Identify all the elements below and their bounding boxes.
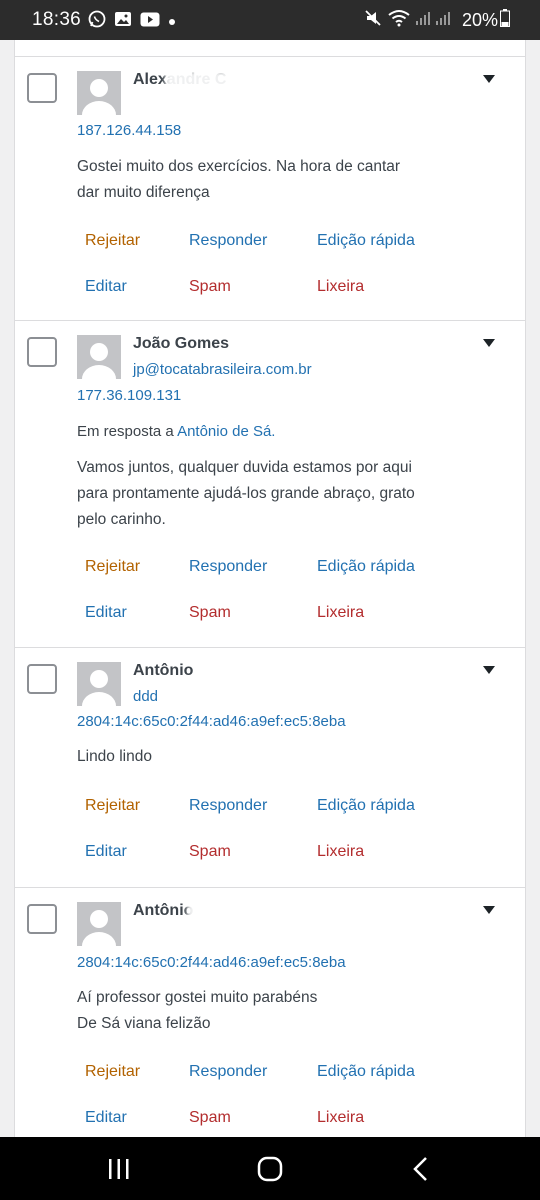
- comment-row: João Gomes jp@tocatabrasileira.com.br 17…: [15, 321, 525, 648]
- chevron-down-icon[interactable]: [483, 75, 495, 83]
- comment-line: Aí professor gostei muito parabéns: [77, 989, 318, 1006]
- redaction: [165, 71, 285, 89]
- comment-checkbox[interactable]: [27, 73, 57, 103]
- system-nav-bar: [0, 1137, 540, 1200]
- trash-link[interactable]: Lixeira: [317, 604, 364, 622]
- edit-link[interactable]: Editar: [85, 843, 127, 861]
- comments-list: Alexandre C 187.126.44.158 Gostei muito …: [14, 40, 526, 1137]
- comment-text: Aí professor gostei muito parabéns De Sá…: [77, 985, 477, 1037]
- comment-checkbox[interactable]: [27, 904, 57, 934]
- chevron-down-icon[interactable]: [483, 339, 495, 347]
- approve-link[interactable]: Rejeitar: [85, 558, 140, 576]
- reply-link[interactable]: Responder: [189, 558, 267, 576]
- battery-percent: 20%: [461, 10, 498, 30]
- home-icon[interactable]: [257, 1156, 283, 1187]
- spam-link[interactable]: Spam: [189, 278, 231, 296]
- approve-link[interactable]: Rejeitar: [85, 797, 140, 815]
- approve-link[interactable]: Rejeitar: [85, 232, 140, 250]
- author-ip[interactable]: 177.36.109.131: [77, 387, 181, 404]
- mute-icon: [364, 9, 382, 32]
- redaction: [187, 900, 247, 922]
- author-ip[interactable]: 2804:14c:65c0:2f44:ad46:a9ef:ec5:8eba: [77, 713, 346, 730]
- quick-edit-link[interactable]: Edição rápida: [317, 797, 415, 815]
- reply-link[interactable]: Responder: [189, 232, 267, 250]
- avatar: [77, 335, 121, 379]
- back-icon[interactable]: [410, 1156, 432, 1187]
- reply-link[interactable]: Responder: [189, 797, 267, 815]
- spam-link[interactable]: Spam: [189, 1109, 231, 1127]
- comment-line: dar muito diferença: [77, 184, 210, 201]
- author-email[interactable]: jp@tocatabrasileira.com.br: [133, 361, 312, 378]
- whatsapp-icon: [88, 10, 106, 33]
- comment-row: Antônio 2804:14c:65c0:2f44:ad46:a9ef:ec5…: [15, 888, 525, 1137]
- author-ip[interactable]: 187.126.44.158: [77, 122, 181, 139]
- avatar: [77, 902, 121, 946]
- comment-row: Alexandre C 187.126.44.158 Gostei muito …: [15, 57, 525, 321]
- chevron-down-icon[interactable]: [483, 906, 495, 914]
- in-reply-link[interactable]: Antônio de Sá.: [177, 423, 275, 440]
- spam-link[interactable]: Spam: [189, 604, 231, 622]
- redaction: [165, 688, 345, 706]
- gallery-icon: [114, 11, 132, 32]
- quick-edit-link[interactable]: Edição rápida: [317, 1063, 415, 1081]
- status-right: 20%: [364, 9, 510, 32]
- comment-line: pelo carinho.: [77, 511, 166, 528]
- youtube-icon: [140, 12, 160, 32]
- comment-text: Vamos juntos, qualquer duvida estamos po…: [77, 455, 477, 533]
- redaction: [205, 662, 265, 680]
- signal-icon: [414, 10, 454, 31]
- comment-text: Gostei muito dos exercícios. Na hora de …: [77, 154, 477, 206]
- trash-link[interactable]: Lixeira: [317, 278, 364, 296]
- edit-link[interactable]: Editar: [85, 604, 127, 622]
- edit-link[interactable]: Editar: [85, 278, 127, 296]
- approve-link[interactable]: Rejeitar: [85, 1063, 140, 1081]
- comment-text: Lindo lindo: [77, 744, 477, 770]
- comment-checkbox[interactable]: [27, 337, 57, 367]
- comment-checkbox[interactable]: [27, 664, 57, 694]
- comment-author: João Gomes: [133, 335, 230, 352]
- comment-line: Lindo lindo: [77, 748, 152, 765]
- quick-edit-link[interactable]: Edição rápida: [317, 232, 415, 250]
- wifi-icon: [388, 9, 410, 32]
- avatar: [77, 662, 121, 706]
- trash-link[interactable]: Lixeira: [317, 843, 364, 861]
- recent-apps-icon[interactable]: [106, 1157, 132, 1186]
- chevron-down-icon[interactable]: [483, 666, 495, 674]
- edit-link[interactable]: Editar: [85, 1109, 127, 1127]
- redaction: [135, 926, 335, 948]
- notification-icons: [88, 10, 184, 33]
- spam-link[interactable]: Spam: [189, 843, 231, 861]
- comment-author: Antônio: [133, 662, 194, 679]
- comment-author: Antônio: [133, 902, 194, 919]
- in-reply-prefix: Em resposta a: [77, 423, 178, 440]
- list-top-border: [15, 40, 525, 57]
- comment-line: Gostei muito dos exercícios. Na hora de …: [77, 158, 401, 175]
- reply-link[interactable]: Responder: [189, 1063, 267, 1081]
- status-time: 18:36: [32, 9, 82, 30]
- quick-edit-link[interactable]: Edição rápida: [317, 558, 415, 576]
- author-ip[interactable]: 2804:14c:65c0:2f44:ad46:a9ef:ec5:8eba: [77, 954, 346, 971]
- avatar: [77, 71, 121, 115]
- dot-icon: [168, 13, 176, 31]
- comment-line: Vamos juntos, qualquer duvida estamos po…: [77, 459, 412, 476]
- comment-line: para prontamente ajudá-los grande abraço…: [77, 485, 415, 502]
- status-bar: 18:36 20%: [0, 0, 540, 40]
- in-reply-to: Em resposta a Antônio de Sá.: [77, 423, 275, 440]
- battery-icon: [500, 9, 510, 32]
- comment-row: Antônio ddd 2804:14c:65c0:2f44:ad46:a9ef…: [15, 648, 525, 888]
- comment-line: De Sá viana felizão: [77, 1015, 211, 1032]
- trash-link[interactable]: Lixeira: [317, 1109, 364, 1127]
- author-email[interactable]: [133, 97, 333, 113]
